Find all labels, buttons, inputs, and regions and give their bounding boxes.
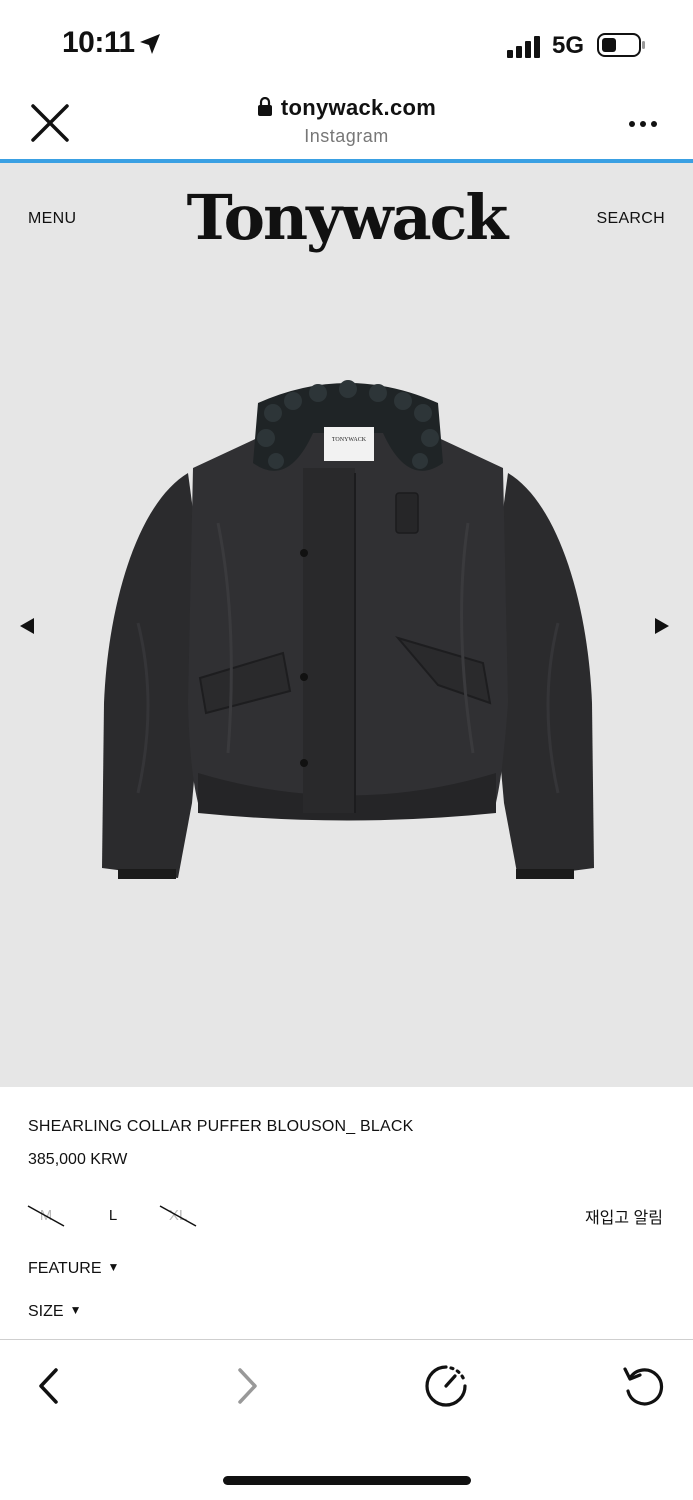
restock-alert-button[interactable]: 재입고 알림 (585, 1204, 663, 1228)
url-bar[interactable]: tonywack.com (0, 95, 693, 123)
next-image-icon[interactable] (655, 618, 669, 639)
source-label: Instagram (304, 126, 389, 146)
status-bar: 10:11 5G (0, 0, 693, 90)
previous-image-icon[interactable] (20, 618, 34, 639)
caret-down-icon: ▼ (69, 1303, 82, 1317)
size-option-l[interactable]: L (91, 1204, 135, 1228)
location-arrow-icon (138, 32, 162, 61)
sold-out-strike (27, 1205, 65, 1227)
site-logo[interactable]: Tonywack (0, 181, 693, 254)
home-indicator[interactable] (223, 1476, 471, 1485)
size-toggle[interactable]: SIZE ▼ (28, 1303, 81, 1321)
lock-icon (257, 96, 273, 123)
product-label-tag: TONYWACK (332, 437, 367, 443)
status-time: 10:11 (62, 26, 135, 59)
network-type: 5G (552, 32, 585, 59)
product-image[interactable]: TONYWACK (98, 373, 598, 883)
reload-icon[interactable] (621, 1363, 667, 1414)
forward-icon[interactable] (234, 1367, 260, 1410)
signal-bars-icon (507, 36, 543, 63)
toolbar-divider (0, 1339, 693, 1340)
size-option-m[interactable]: M (24, 1204, 68, 1228)
feature-toggle[interactable]: FEATURE ▼ (28, 1260, 119, 1278)
search-button[interactable]: SEARCH (597, 210, 665, 228)
more-icon[interactable] (628, 116, 658, 134)
back-icon[interactable] (36, 1367, 62, 1410)
caret-down-icon: ▼ (107, 1260, 120, 1274)
product-title: SHEARLING COLLAR PUFFER BLOUSON_ BLACK (28, 1118, 414, 1135)
feature-label: FEATURE (28, 1260, 102, 1277)
battery-icon (597, 33, 647, 64)
product-price: 385,000 KRW (28, 1151, 128, 1168)
product-gallery: MENU Tonywack SEARCH TONYWACK (0, 163, 693, 1087)
size-label: L (108, 1207, 118, 1224)
url-text: tonywack.com (280, 95, 437, 120)
speed-icon[interactable] (423, 1363, 469, 1414)
sold-out-strike (159, 1205, 197, 1227)
size-info-label: SIZE (28, 1303, 64, 1320)
size-option-xl[interactable]: XL (156, 1204, 200, 1228)
